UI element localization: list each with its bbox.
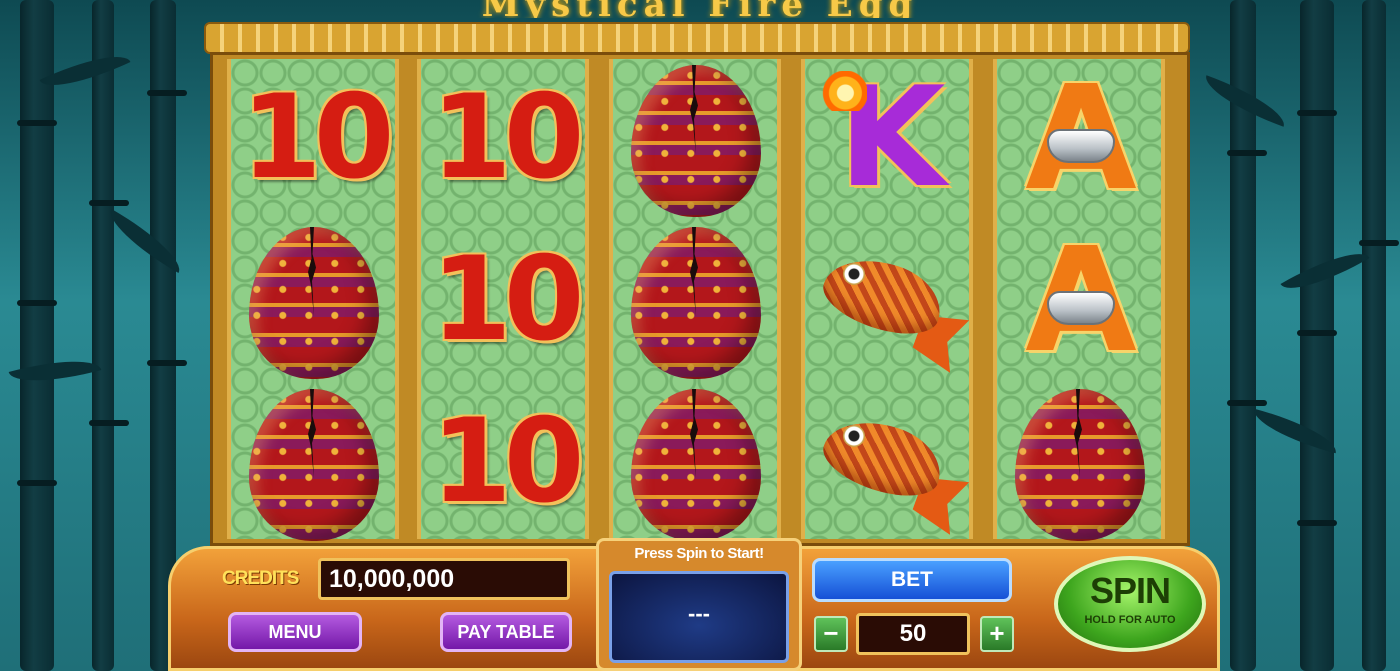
game-title: Mystical Fire Egg: [230, 0, 1170, 18]
reel-4: K: [801, 59, 973, 539]
fire-egg-icon: [249, 227, 379, 379]
silver-ingot-icon: [1047, 129, 1115, 163]
reel-cell: A: [997, 221, 1161, 381]
credits-label: CREDITS: [222, 568, 299, 589]
reel-cell: [231, 221, 395, 381]
credits-value: 10,000,000: [318, 558, 570, 600]
hold-for-auto-label: HOLD FOR AUTO: [1084, 614, 1176, 626]
bet-value: 50: [856, 613, 970, 655]
reel-2: 10 10 10: [417, 59, 589, 539]
reel-1: 10: [227, 59, 399, 541]
bet-increase-button[interactable]: +: [980, 616, 1014, 652]
reel-cell: [805, 221, 969, 381]
ten-symbol: 10: [431, 394, 584, 529]
bet-button[interactable]: BET: [812, 558, 1012, 602]
win-display-panel: Press Spin to Start! ---: [596, 538, 802, 671]
fire-egg-icon: [1015, 389, 1145, 541]
silver-ingot-icon: [1047, 291, 1115, 325]
reel-cell: [805, 383, 969, 543]
reel-cell: 10: [421, 383, 585, 543]
fire-egg-icon: [631, 227, 761, 379]
reel-cell: [231, 383, 395, 543]
fire-egg-icon: [631, 389, 761, 541]
ten-symbol: 10: [431, 70, 584, 205]
koi-fish-icon: [813, 395, 963, 535]
fire-egg-icon: [631, 65, 761, 217]
ornate-top-border: [204, 22, 1190, 54]
reel-5: A A: [993, 59, 1165, 541]
bet-decrease-button[interactable]: −: [814, 616, 848, 652]
reel-cell: A: [997, 59, 1161, 219]
ten-symbol: 10: [241, 70, 394, 205]
reel-3: [609, 59, 781, 541]
menu-button[interactable]: MENU: [228, 612, 362, 652]
win-display: ---: [609, 571, 789, 663]
reel-cell: [613, 59, 777, 219]
reel-cell: 10: [421, 59, 585, 219]
spin-label: SPIN: [1089, 570, 1171, 611]
koi-fish-icon: [813, 233, 963, 373]
fire-egg-icon: [249, 389, 379, 541]
fireball-icon: [819, 71, 867, 111]
reel-cell: 10: [421, 221, 585, 381]
pay-table-button[interactable]: PAY TABLE: [440, 612, 572, 652]
ten-symbol: 10: [431, 232, 584, 367]
status-message: Press Spin to Start!: [634, 545, 764, 562]
spin-button[interactable]: SPIN HOLD FOR AUTO: [1054, 556, 1206, 652]
reel-cell: K: [805, 59, 969, 219]
reel-cell: 10: [231, 59, 395, 219]
reel-cell: [613, 383, 777, 543]
reel-cell: [997, 383, 1161, 543]
reel-frame: 10 10 10 10 K A A: [210, 52, 1190, 546]
reel-cell: [613, 221, 777, 381]
